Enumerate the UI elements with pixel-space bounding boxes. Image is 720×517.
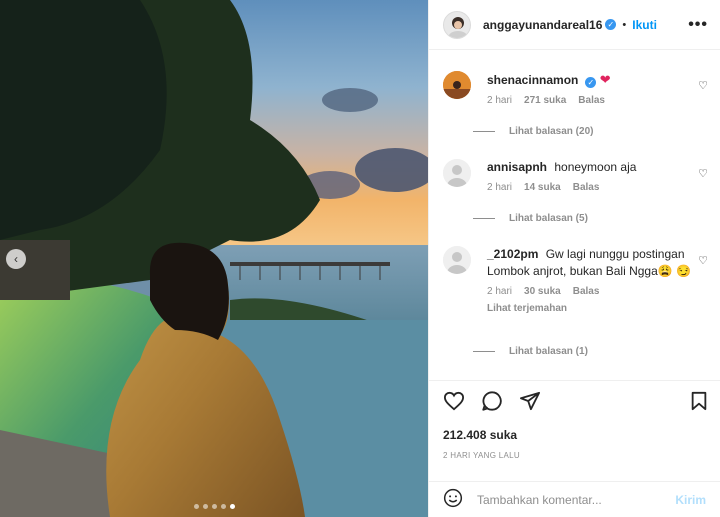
- comment-username[interactable]: shenacinnamon: [487, 73, 578, 87]
- see-translation-button[interactable]: Lihat terjemahan: [487, 303, 694, 314]
- comment-item: annisapnh honeymoon aja 2 hari 14 suka B…: [443, 159, 708, 193]
- view-replies-button[interactable]: Lihat balasan (5): [473, 213, 588, 224]
- reply-button[interactable]: Balas: [573, 182, 600, 193]
- comment-input[interactable]: [477, 492, 676, 507]
- verified-badge-icon: ✓: [585, 77, 597, 88]
- commenter-avatar[interactable]: [443, 246, 471, 274]
- view-replies-label: Lihat balasan (5): [509, 213, 588, 224]
- carousel-prev-button[interactable]: ‹: [6, 249, 26, 269]
- like-comment-heart-icon[interactable]: ♡: [698, 167, 708, 180]
- comment-likes[interactable]: 30 suka: [524, 286, 561, 297]
- commenter-avatar[interactable]: [443, 71, 471, 99]
- like-comment-heart-icon[interactable]: ♡: [698, 254, 708, 267]
- replies-line: [473, 351, 495, 352]
- like-heart-icon[interactable]: [443, 391, 465, 414]
- carousel-dot: [211, 504, 217, 509]
- emoji-smiley-icon[interactable]: [443, 488, 463, 511]
- comment-time[interactable]: 2 hari: [487, 95, 512, 106]
- post-photo[interactable]: ‹: [0, 0, 428, 517]
- comment-likes[interactable]: 14 suka: [524, 182, 561, 193]
- comment-time[interactable]: 2 hari: [487, 286, 512, 297]
- comment-text: honeymoon aja: [554, 160, 637, 174]
- reply-button[interactable]: Balas: [578, 95, 605, 106]
- post-date[interactable]: 2 HARI YANG LALU: [443, 451, 520, 460]
- view-replies-button[interactable]: Lihat balasan (1): [473, 346, 588, 357]
- replies-line: [473, 131, 495, 132]
- comments-list: shenacinnamon ✓ ❤ 2 hari 271 suka Balas ♡: [429, 51, 720, 380]
- view-replies-label: Lihat balasan (1): [509, 346, 588, 357]
- post-comment-button[interactable]: Kirim: [675, 493, 706, 507]
- share-send-icon[interactable]: [519, 391, 541, 414]
- carousel-dot: [220, 504, 226, 509]
- carousel-dot: [193, 504, 199, 509]
- bookmark-icon[interactable]: [690, 391, 708, 414]
- post-actions-bar: [429, 380, 720, 424]
- post-header: anggayunandareal16 ✓ • Ikuti •••: [429, 0, 720, 50]
- comment-item: _2102pm Gw lagi nunggu postingan Lombok …: [443, 246, 708, 314]
- replies-line: [473, 218, 495, 219]
- comment-item: shenacinnamon ✓ ❤ 2 hari 271 suka Balas ♡: [443, 71, 708, 106]
- commenter-avatar[interactable]: [443, 159, 471, 187]
- post-side-panel: anggayunandareal16 ✓ • Ikuti ••• shenaci…: [428, 0, 720, 517]
- carousel-indicator: [0, 504, 428, 509]
- comment-composer: Kirim: [429, 481, 720, 517]
- comment-time[interactable]: 2 hari: [487, 182, 512, 193]
- comment-likes[interactable]: 271 suka: [524, 95, 566, 106]
- author-avatar[interactable]: [443, 10, 471, 39]
- comment-username[interactable]: annisapnh: [487, 160, 547, 174]
- like-comment-heart-icon[interactable]: ♡: [698, 79, 708, 92]
- carousel-dot-active: [229, 504, 235, 509]
- likes-count[interactable]: 212.408 suka: [443, 428, 517, 442]
- follow-button[interactable]: Ikuti: [632, 18, 657, 32]
- view-replies-label: Lihat balasan (20): [509, 126, 594, 137]
- comment-username[interactable]: _2102pm: [487, 247, 538, 261]
- verified-badge-icon: ✓: [605, 19, 617, 30]
- view-replies-button[interactable]: Lihat balasan (20): [473, 126, 593, 137]
- heart-emoji: ❤: [599, 72, 611, 87]
- comment-bubble-icon[interactable]: [481, 390, 503, 415]
- chevron-left-icon: ‹: [14, 252, 18, 266]
- more-options-icon[interactable]: •••: [688, 16, 708, 34]
- photo-illustration: [0, 0, 428, 517]
- post-viewer: ‹ anggayunandareal16 ✓ • Ikuti ••• shena…: [0, 0, 720, 517]
- author-username[interactable]: anggayunandareal16: [483, 18, 602, 32]
- reply-button[interactable]: Balas: [573, 286, 600, 297]
- header-separator: •: [622, 18, 627, 31]
- carousel-dot: [202, 504, 208, 509]
